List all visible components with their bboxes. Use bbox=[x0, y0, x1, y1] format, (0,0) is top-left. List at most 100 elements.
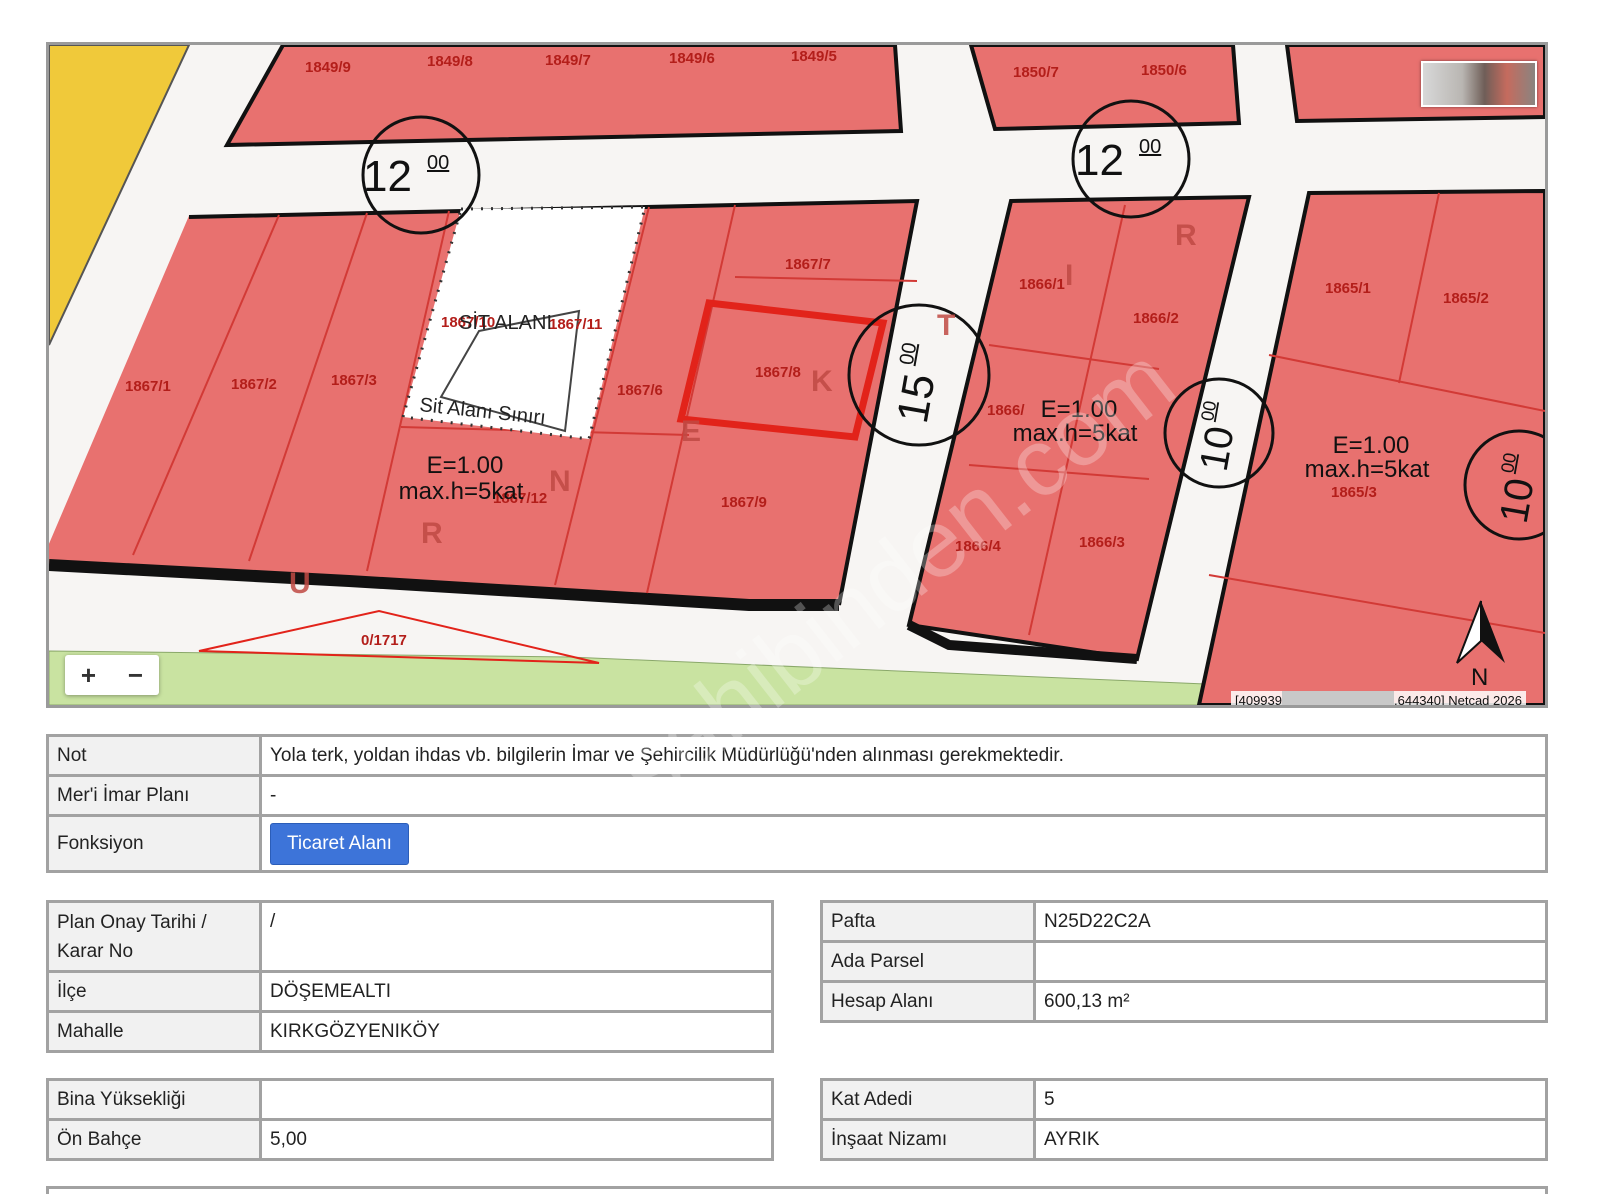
zoning-mid-e: E=1.00 bbox=[1041, 396, 1118, 423]
row-value-plan-onay-tarihi: / bbox=[259, 900, 774, 973]
parcel-1866-3: 1866/3 bbox=[1079, 534, 1125, 551]
road-width-10-sup: 00 bbox=[1197, 399, 1220, 422]
row-value-hesap-alani: 600,13 m² bbox=[1033, 980, 1548, 1023]
block-1850 bbox=[968, 45, 1242, 132]
street-letter-i: I bbox=[1065, 259, 1073, 292]
street-letter-t: T bbox=[937, 309, 955, 342]
parcel-1850-6: 1850/6 bbox=[1141, 62, 1187, 79]
street-letter-k: K bbox=[811, 365, 833, 398]
row-key-mahalle: Mahalle bbox=[46, 1010, 262, 1053]
table-row: Ön Bahçe 5,00 bbox=[46, 1118, 774, 1161]
table-row: Mahalle KIRKGÖZYENIKÖY bbox=[46, 1010, 774, 1053]
road-width-12-left: 12 bbox=[363, 152, 412, 201]
table-row: Mer'i İmar Planı - bbox=[46, 774, 1548, 817]
info-table-left-2: Bina Yüksekliği Ön Bahçe 5,00 bbox=[46, 1078, 774, 1161]
zoning-left-e: E=1.00 bbox=[427, 452, 504, 479]
row-value-fonksiyon: Ticaret Alanı bbox=[259, 814, 1548, 873]
zoning-left-h: max.h=5kat bbox=[399, 478, 524, 505]
parcel-1867-2: 1867/2 bbox=[231, 376, 277, 393]
north-label: N bbox=[1471, 664, 1488, 691]
road-width-10: 10 bbox=[1192, 423, 1243, 474]
row-key-ilce: İlçe bbox=[46, 970, 262, 1013]
parcel-1850-7: 1850/7 bbox=[1013, 64, 1059, 81]
parcel-1865-3: 1865/3 bbox=[1331, 484, 1377, 501]
parcel-1867-1: 1867/1 bbox=[125, 378, 171, 395]
attribution-right: .644340] Netcad 2026 bbox=[1394, 693, 1522, 708]
road-width-15-sup: 00 bbox=[896, 341, 922, 367]
parcel-0-1717: 0/1717 bbox=[361, 632, 407, 649]
zoning-map[interactable]: 1849/9 1849/8 1849/7 1849/6 1849/5 1850/… bbox=[46, 42, 1548, 708]
row-key-ada-parsel: Ada Parsel bbox=[820, 940, 1036, 983]
table-row: Not Yola terk, yoldan ihdas vb. bilgiler… bbox=[46, 734, 1548, 777]
table-row: Kat Adedi İnşaat Nizamı AYRIK bbox=[820, 1118, 1548, 1161]
parcel-1849-7: 1849/7 bbox=[545, 52, 591, 69]
table-row: Kat Adedi 5 bbox=[820, 1078, 1548, 1121]
row-key-plan-onay-tarihi: Plan Onay Tarihi / Karar No bbox=[46, 900, 262, 973]
parcel-1867-6: 1867/6 bbox=[617, 382, 663, 399]
parcel-1867-9: 1867/9 bbox=[721, 494, 767, 511]
row-value-insaat-nizami: AYRIK bbox=[1033, 1118, 1548, 1161]
redacted-coordinates bbox=[1282, 691, 1394, 705]
parcel-1866-1: 1866/1 bbox=[1019, 276, 1065, 293]
attribution-left: [409939 bbox=[1235, 693, 1282, 708]
sit-alani-label: SİT ALANI bbox=[459, 311, 552, 334]
table-row: Pafta N25D22C2A bbox=[820, 900, 1548, 943]
parcel-1866-2: 1866/2 bbox=[1133, 310, 1179, 327]
parcel-1867-3: 1867/3 bbox=[331, 372, 377, 389]
row-value-on-bahce: 5,00 bbox=[259, 1118, 774, 1161]
row-value-ilce: DÖŞEMEALTI bbox=[259, 970, 774, 1013]
info-table-top: Not Yola terk, yoldan ihdas vb. bilgiler… bbox=[46, 734, 1548, 873]
parcel-1849-9: 1849/9 bbox=[305, 59, 351, 76]
parcel-1866-4: 1866/4 bbox=[955, 538, 1002, 555]
street-letter-r1: R bbox=[421, 517, 443, 550]
row-key-bina-yuksekligi: Bina Yüksekliği bbox=[46, 1078, 262, 1121]
zoom-out-button[interactable]: − bbox=[112, 655, 159, 695]
road-width-12-right: 12 bbox=[1075, 136, 1124, 185]
table-row: Plan Onay Tarihi / Karar No / bbox=[46, 900, 774, 973]
next-table-edge bbox=[46, 1186, 1548, 1194]
zoning-right-h: max.h=5kat bbox=[1305, 456, 1430, 483]
row-key-insaat-nizami-visible: İnşaat Nizamı bbox=[820, 1118, 1036, 1161]
row-value-kat-adedi: 5 bbox=[1033, 1078, 1548, 1121]
zoning-mid-h: max.h=5kat bbox=[1013, 420, 1138, 447]
info-table-right-2: Kat Adedi 5 Kat Adedi İnşaat Nizamı AYRI… bbox=[820, 1078, 1548, 1161]
row-key-on-bahce: Ön Bahçe bbox=[46, 1118, 262, 1161]
zoom-in-button[interactable]: + bbox=[65, 655, 112, 695]
road-width-12-left-sup: 00 bbox=[427, 152, 449, 174]
street-letter-u: U bbox=[289, 567, 311, 600]
zoning-right-e: E=1.00 bbox=[1333, 432, 1410, 459]
road-width-12-right-sup: 00 bbox=[1139, 136, 1161, 158]
street-letter-r2: R bbox=[1175, 219, 1197, 252]
road-width-15: 15 bbox=[888, 370, 945, 427]
parcel-1866-5: 1866/ bbox=[987, 402, 1025, 419]
parcel-1849-5: 1849/5 bbox=[791, 48, 837, 65]
row-key-pafta: Pafta bbox=[820, 900, 1036, 943]
basemap-switcher-thumbnail[interactable] bbox=[1421, 61, 1537, 107]
row-value-meri-imar-plani: - bbox=[259, 774, 1548, 817]
row-key-fonksiyon: Fonksiyon bbox=[46, 814, 262, 873]
table-row: Hesap Alanı 600,13 m² bbox=[820, 980, 1548, 1023]
road-width-10-edge: 10 bbox=[1492, 475, 1543, 526]
info-table-left-1: Plan Onay Tarihi / Karar No / İlçe DÖŞEM… bbox=[46, 900, 774, 1053]
parcel-1867-7: 1867/7 bbox=[785, 256, 831, 273]
parcel-1865-2: 1865/2 bbox=[1443, 290, 1489, 307]
row-value-mahalle: KIRKGÖZYENIKÖY bbox=[259, 1010, 774, 1053]
fonksiyon-ticaret-alani-button[interactable]: Ticaret Alanı bbox=[270, 822, 409, 865]
row-key-hesap-alani: Hesap Alanı bbox=[820, 980, 1036, 1023]
street-letter-n: N bbox=[549, 465, 571, 498]
parcel-1849-8: 1849/8 bbox=[427, 53, 473, 70]
table-row: Ada Parsel bbox=[820, 940, 1548, 983]
table-row: Fonksiyon Ticaret Alanı bbox=[46, 814, 1548, 873]
parcel-1865-1: 1865/1 bbox=[1325, 280, 1371, 297]
street-letter-e: E bbox=[681, 415, 701, 448]
row-key-meri-imar-plani: Mer'i İmar Planı bbox=[46, 774, 262, 817]
parcel-1867-11: 1867/11 bbox=[549, 316, 602, 333]
parcel-1849-6: 1849/6 bbox=[669, 50, 715, 67]
row-key-not: Not bbox=[46, 734, 262, 777]
table-row: Bina Yüksekliği bbox=[46, 1078, 774, 1121]
road-width-10-edge-sup: 00 bbox=[1497, 451, 1520, 474]
map-attribution: [409939 .644340] Netcad 2026 bbox=[1231, 691, 1526, 708]
map-canvas[interactable]: 1849/9 1849/8 1849/7 1849/6 1849/5 1850/… bbox=[49, 45, 1545, 705]
table-row: İlçe DÖŞEMEALTI bbox=[46, 970, 774, 1013]
parcel-1867-8: 1867/8 bbox=[755, 364, 801, 381]
